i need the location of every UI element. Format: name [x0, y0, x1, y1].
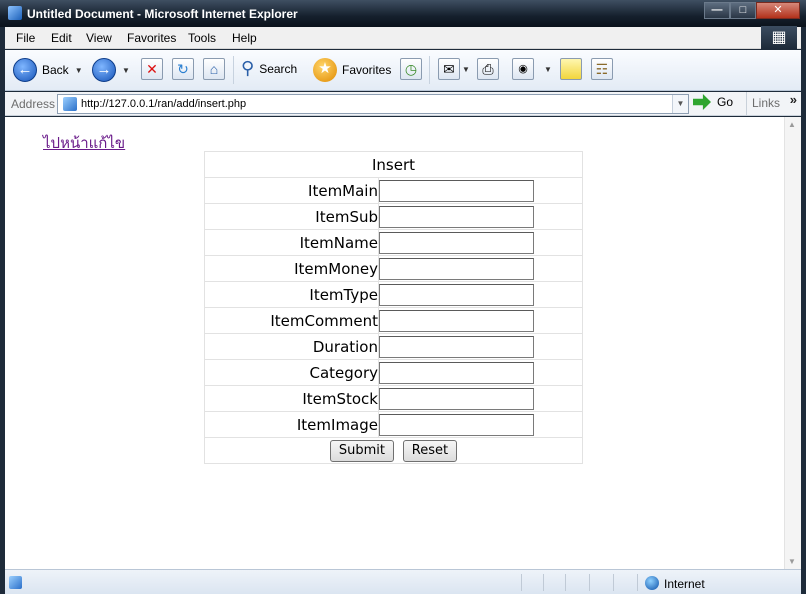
research-icon[interactable]: ☶: [591, 58, 613, 80]
discuss-note-icon[interactable]: [560, 58, 582, 80]
item-name-input[interactable]: [379, 231, 534, 254]
mail-button[interactable]: ✉ ▼: [438, 58, 470, 80]
menu-favorites[interactable]: Favorites: [127, 31, 176, 45]
search-label: Search: [259, 61, 298, 76]
item-comment-input[interactable]: [379, 309, 534, 332]
address-label: Address: [11, 97, 56, 111]
item-image-input[interactable]: [379, 413, 534, 436]
item-stock-input[interactable]: [379, 387, 534, 410]
favorites-star-icon: ★: [313, 58, 337, 82]
address-url: http://127.0.0.1/ran/add/insert.php: [81, 98, 247, 110]
insert-form: Insert ItemMain ItemSub ItemName ItemMon…: [204, 151, 583, 464]
minimize-button[interactable]: —: [704, 2, 730, 19]
ie-icon: [8, 6, 22, 20]
page-content: ไปหน้าแก้ไข Insert ItemMain ItemSub Item…: [5, 117, 801, 569]
stop-icon[interactable]: ✕: [141, 58, 163, 80]
menu-edit[interactable]: Edit: [51, 31, 72, 45]
favorites-label: Favorites: [342, 63, 392, 77]
address-input[interactable]: http://127.0.0.1/ran/add/insert.php ▼: [57, 94, 689, 114]
menu-help[interactable]: Help: [232, 31, 257, 45]
item-type-input[interactable]: [379, 283, 534, 306]
field-label: ItemStock: [204, 385, 379, 412]
close-button[interactable]: ✕: [756, 2, 800, 19]
field-label: ItemSub: [204, 203, 379, 230]
history-icon[interactable]: ◷: [400, 58, 422, 80]
go-button[interactable]: Go: [693, 94, 733, 110]
forward-dropdown-icon[interactable]: ▼: [122, 66, 130, 75]
field-label: ItemMain: [204, 177, 379, 204]
back-dropdown-icon[interactable]: ▼: [75, 66, 83, 75]
duration-input[interactable]: [379, 335, 534, 358]
vertical-scrollbar[interactable]: ▲ ▼: [784, 117, 801, 569]
back-arrow-icon: ←: [13, 58, 37, 82]
field-label: Category: [204, 359, 379, 386]
field-label: ItemMoney: [204, 255, 379, 282]
windows-logo-icon: ▦: [761, 26, 797, 49]
links-button[interactable]: Links »: [746, 92, 801, 115]
status-bar: Internet: [5, 569, 801, 594]
back-button[interactable]: ← Back ▼: [13, 58, 83, 82]
field-label: Duration: [204, 333, 379, 360]
menu-file[interactable]: File: [16, 31, 35, 45]
edit-button[interactable]: ◉ ▼: [512, 58, 552, 80]
window-title: Untitled Document - Microsoft Internet E…: [27, 7, 298, 21]
back-label: Back: [42, 63, 69, 77]
menu-bar: File Edit View Favorites Tools Help ▦: [5, 26, 801, 49]
print-icon[interactable]: ⎙: [477, 58, 499, 80]
menu-tools[interactable]: Tools: [188, 31, 216, 45]
chevron-right-icon: »: [789, 92, 797, 107]
submit-button[interactable]: Submit: [329, 439, 394, 462]
go-label: Go: [717, 95, 734, 109]
search-icon: ⚲: [241, 58, 255, 78]
mail-icon: ✉: [438, 58, 460, 80]
scroll-down-icon[interactable]: ▼: [788, 557, 796, 566]
page-status-icon: [9, 576, 22, 589]
page-icon: [63, 97, 77, 111]
go-arrow-icon: [693, 94, 711, 110]
item-money-input[interactable]: [379, 257, 534, 280]
favorites-button[interactable]: ★ Favorites: [313, 58, 391, 82]
reset-button[interactable]: Reset: [402, 439, 458, 462]
address-dropdown-icon[interactable]: ▼: [672, 95, 688, 113]
toolbar: ← Back ▼ → ▼ ✕ ↻ ⌂ ⚲ Search ★ Favorites …: [5, 50, 801, 91]
search-button[interactable]: ⚲ Search: [241, 58, 297, 79]
security-zone: Internet: [664, 577, 705, 591]
edit-page-icon: ◉: [512, 58, 534, 80]
field-label: ItemImage: [204, 411, 379, 438]
address-bar: Address http://127.0.0.1/ran/add/insert.…: [5, 92, 801, 116]
edit-dropdown-icon[interactable]: ▼: [544, 65, 552, 74]
links-label: Links: [752, 96, 781, 110]
field-label: ItemType: [204, 281, 379, 308]
field-label: ItemComment: [204, 307, 379, 334]
item-main-input[interactable]: [379, 179, 534, 202]
home-icon[interactable]: ⌂: [203, 58, 225, 80]
browser-window: Untitled Document - Microsoft Internet E…: [0, 0, 806, 594]
refresh-icon[interactable]: ↻: [172, 58, 194, 80]
menu-view[interactable]: View: [86, 31, 112, 45]
category-input[interactable]: [379, 361, 534, 384]
form-title: Insert: [204, 151, 583, 178]
maximize-button[interactable]: □: [730, 2, 756, 19]
forward-button[interactable]: → ▼: [92, 58, 130, 82]
title-bar: Untitled Document - Microsoft Internet E…: [0, 0, 806, 27]
item-sub-input[interactable]: [379, 205, 534, 228]
internet-globe-icon: [645, 576, 659, 590]
field-label: ItemName: [204, 229, 379, 256]
edit-page-link[interactable]: ไปหน้าแก้ไข: [43, 131, 125, 155]
forward-arrow-icon: →: [92, 58, 116, 82]
mail-dropdown-icon[interactable]: ▼: [462, 65, 470, 74]
scroll-up-icon[interactable]: ▲: [788, 120, 796, 129]
